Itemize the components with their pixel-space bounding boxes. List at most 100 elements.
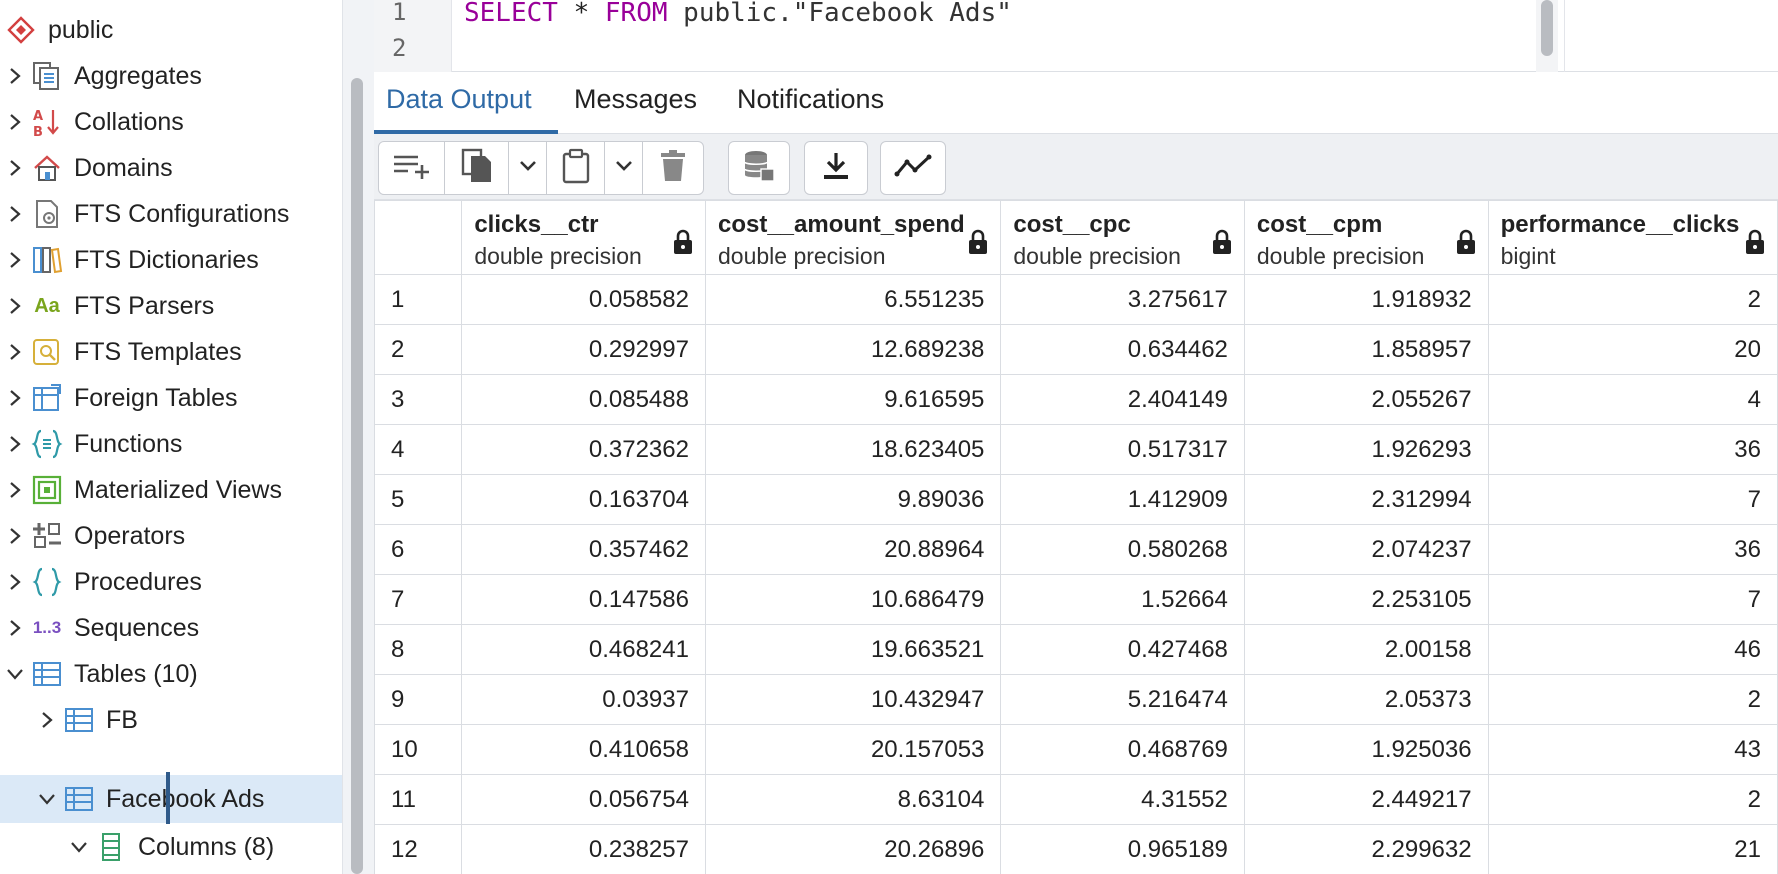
table-cell[interactable]: 1.926293 bbox=[1243, 424, 1489, 475]
chevron-right-icon[interactable] bbox=[0, 383, 30, 413]
table-cell[interactable]: 9.89036 bbox=[704, 474, 1002, 525]
tree-item-collations[interactable]: AB Collations bbox=[0, 98, 342, 146]
table-cell[interactable]: 0.292997 bbox=[461, 324, 706, 375]
tree-item-facebook-ads[interactable]: Facebook Ads bbox=[0, 775, 342, 823]
column-header[interactable]: cost__cpc double precision bbox=[1000, 200, 1245, 275]
chevron-right-icon[interactable] bbox=[0, 61, 30, 91]
table-cell[interactable]: 7 bbox=[1487, 474, 1778, 525]
table-cell[interactable]: 9.616595 bbox=[704, 374, 1002, 425]
table-row[interactable]: 11 0.056754 8.63104 4.31552 2.449217 2 bbox=[373, 774, 1778, 825]
chevron-right-icon[interactable] bbox=[0, 107, 30, 137]
table-cell[interactable]: 2.404149 bbox=[1000, 374, 1245, 425]
table-cell[interactable]: 2.074237 bbox=[1243, 524, 1489, 575]
table-cell[interactable]: 4 bbox=[1487, 374, 1778, 425]
tree-item-fts-parsers[interactable]: Aa FTS Parsers bbox=[0, 282, 342, 330]
table-cell[interactable]: 0.965189 bbox=[1000, 824, 1245, 874]
tree-item-fts-dictionaries[interactable]: FTS Dictionaries bbox=[0, 236, 342, 284]
tree-item-fts-templates[interactable]: FTS Templates bbox=[0, 328, 342, 376]
table-cell[interactable]: 2.449217 bbox=[1243, 774, 1489, 825]
column-header[interactable]: performance__clicks bigint bbox=[1487, 200, 1778, 275]
table-cell[interactable]: 4.31552 bbox=[1000, 774, 1245, 825]
table-row[interactable]: 5 0.163704 9.89036 1.412909 2.312994 7 bbox=[373, 474, 1778, 525]
download-button[interactable] bbox=[805, 142, 867, 194]
row-number-cell[interactable]: 2 bbox=[373, 324, 463, 375]
table-cell[interactable]: 2.253105 bbox=[1243, 574, 1489, 625]
table-cell[interactable]: 2 bbox=[1487, 774, 1778, 825]
table-cell[interactable]: 18.623405 bbox=[704, 424, 1002, 475]
table-cell[interactable]: 21 bbox=[1487, 824, 1778, 874]
table-cell[interactable]: 36 bbox=[1487, 524, 1778, 575]
row-number-cell[interactable]: 1 bbox=[373, 274, 463, 325]
table-cell[interactable]: 19.663521 bbox=[704, 624, 1002, 675]
tree-item-public[interactable]: public bbox=[0, 6, 342, 54]
chevron-right-icon[interactable] bbox=[0, 153, 30, 183]
tree-item-fts-configurations[interactable]: FTS Configurations bbox=[0, 190, 342, 238]
tab-data-output[interactable]: Data Output bbox=[386, 84, 532, 115]
table-cell[interactable]: 2.05373 bbox=[1243, 674, 1489, 725]
chevron-right-icon[interactable] bbox=[0, 613, 30, 643]
table-cell[interactable]: 1.858957 bbox=[1243, 324, 1489, 375]
row-number-cell[interactable]: 3 bbox=[373, 374, 463, 425]
table-cell[interactable]: 20.157053 bbox=[704, 724, 1002, 775]
graph-visualiser-button[interactable] bbox=[881, 142, 945, 194]
table-cell[interactable]: 12.689238 bbox=[704, 324, 1002, 375]
row-number-cell[interactable]: 6 bbox=[373, 524, 463, 575]
table-cell[interactable]: 1.412909 bbox=[1000, 474, 1245, 525]
tree-item-functions[interactable]: Functions bbox=[0, 420, 342, 468]
table-cell[interactable]: 0.634462 bbox=[1000, 324, 1245, 375]
column-header[interactable]: cost__cpm double precision bbox=[1243, 200, 1489, 275]
table-row[interactable]: 4 0.372362 18.623405 0.517317 1.926293 36 bbox=[373, 424, 1778, 475]
chevron-right-icon[interactable] bbox=[0, 429, 30, 459]
table-cell[interactable]: 2 bbox=[1487, 274, 1778, 325]
row-number-cell[interactable]: 10 bbox=[373, 724, 463, 775]
tree-item-tables[interactable]: Tables (10) bbox=[0, 650, 342, 698]
sidebar-scrollbar-thumb[interactable] bbox=[351, 78, 363, 874]
chevron-right-icon[interactable] bbox=[0, 475, 30, 505]
tree-item-materialized-views[interactable]: Materialized Views bbox=[0, 466, 342, 514]
chevron-right-icon[interactable] bbox=[0, 521, 30, 551]
tree-item-aggregates[interactable]: Aggregates bbox=[0, 52, 342, 100]
row-number-cell[interactable]: 12 bbox=[373, 824, 463, 874]
tab-messages[interactable]: Messages bbox=[574, 84, 697, 115]
table-cell[interactable]: 2.00158 bbox=[1243, 624, 1489, 675]
table-row[interactable]: 12 0.238257 20.26896 0.965189 2.299632 21 bbox=[373, 824, 1778, 874]
table-cell[interactable]: 1.52664 bbox=[1000, 574, 1245, 625]
chevron-right-icon[interactable] bbox=[0, 199, 30, 229]
save-data-button[interactable] bbox=[729, 142, 789, 194]
table-cell[interactable]: 1.925036 bbox=[1243, 724, 1489, 775]
tree-item-columns[interactable]: Columns (8) bbox=[0, 823, 342, 871]
table-cell[interactable]: 0.410658 bbox=[461, 724, 706, 775]
table-cell[interactable]: 0.468241 bbox=[461, 624, 706, 675]
table-cell[interactable]: 20 bbox=[1487, 324, 1778, 375]
tree-item-fb[interactable]: FB bbox=[0, 696, 342, 744]
paste-button[interactable] bbox=[547, 142, 605, 194]
tab-notifications[interactable]: Notifications bbox=[737, 84, 884, 115]
query-text[interactable]: SELECT * FROM public."Facebook Ads" bbox=[464, 0, 1012, 28]
table-cell[interactable]: 5.216474 bbox=[1000, 674, 1245, 725]
chevron-right-icon[interactable] bbox=[0, 245, 30, 275]
editor-scrollbar[interactable] bbox=[1536, 0, 1558, 72]
table-cell[interactable]: 36 bbox=[1487, 424, 1778, 475]
sidebar-scrollbar[interactable] bbox=[342, 0, 374, 874]
column-header[interactable]: clicks__ctr double precision bbox=[461, 200, 706, 275]
tree-item-domains[interactable]: Domains bbox=[0, 144, 342, 192]
table-cell[interactable]: 0.580268 bbox=[1000, 524, 1245, 575]
table-row[interactable]: 8 0.468241 19.663521 0.427468 2.00158 46 bbox=[373, 624, 1778, 675]
column-header[interactable]: cost__amount_spend double precision bbox=[704, 200, 1002, 275]
table-cell[interactable]: 46 bbox=[1487, 624, 1778, 675]
row-number-header[interactable] bbox=[373, 200, 463, 275]
query-editor[interactable]: 1 2 SELECT * FROM public."Facebook Ads" bbox=[374, 0, 1778, 72]
editor-scrollbar-thumb[interactable] bbox=[1541, 0, 1553, 56]
table-cell[interactable]: 0.427468 bbox=[1000, 624, 1245, 675]
table-cell[interactable]: 20.26896 bbox=[704, 824, 1002, 874]
table-row[interactable]: 1 0.058582 6.551235 3.275617 1.918932 2 bbox=[373, 274, 1778, 325]
chevron-right-icon[interactable] bbox=[0, 567, 30, 597]
table-row[interactable]: 6 0.357462 20.88964 0.580268 2.074237 36 bbox=[373, 524, 1778, 575]
table-row[interactable]: 3 0.085488 9.616595 2.404149 2.055267 4 bbox=[373, 374, 1778, 425]
copy-button[interactable] bbox=[445, 142, 509, 194]
table-cell[interactable]: 0.085488 bbox=[461, 374, 706, 425]
table-row[interactable]: 7 0.147586 10.686479 1.52664 2.253105 7 bbox=[373, 574, 1778, 625]
table-cell[interactable]: 2 bbox=[1487, 674, 1778, 725]
chevron-right-icon[interactable] bbox=[0, 291, 30, 321]
table-cell[interactable]: 0.238257 bbox=[461, 824, 706, 874]
